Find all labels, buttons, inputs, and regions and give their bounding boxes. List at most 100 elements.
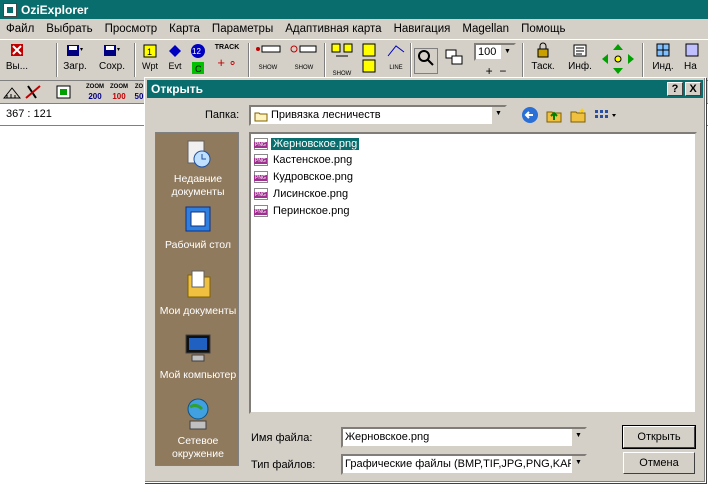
place-my-computer[interactable]: Мой компьютер [156,333,240,382]
menu-file[interactable]: Файл [0,23,40,35]
wpt-list-button[interactable] [358,42,382,78]
pan-button[interactable] [442,48,466,74]
folder-select[interactable]: Привязка лесничеств ▼ [249,105,507,126]
svg-text:1: 1 [147,47,152,57]
load-button[interactable]: Загр. [60,42,90,78]
event-button[interactable]: Evt [164,44,186,78]
main-toolbar: Вы... Загр. Сохр. 1 Wpt Evt 12 C TRACK + … [0,39,708,81]
zoom-plus-minus[interactable]: + − [476,64,516,78]
evt-label: Evt [168,61,182,71]
line-label: LINE [389,65,403,71]
app-icon [3,2,17,17]
map-index-icon [656,43,670,57]
info-icon [573,44,587,57]
more-icon [685,43,699,57]
svg-text:12: 12 [192,47,201,56]
up-folder-icon [546,111,562,123]
line-button[interactable]: LINE [384,42,408,78]
filetype-select[interactable]: Графические файлы (BMP,TIF,JPG,PNG,KAP ▼ [341,454,587,475]
move-arrows-button[interactable] [598,42,638,78]
zoom-level-select[interactable]: 100 ▼ [474,43,516,61]
chevron-down-icon[interactable]: ▼ [571,456,585,473]
scale-icon [2,87,22,99]
load-label: Загр. [63,61,87,72]
magnifier-icon [418,50,434,66]
close-button[interactable]: X [685,82,701,96]
up-folder-button[interactable] [545,106,563,124]
chevron-down-icon[interactable]: ▼ [571,429,585,446]
png-file-icon [254,171,268,183]
cancel-button[interactable]: Отмена [623,452,695,474]
network-icon [187,398,209,430]
no-grid-button[interactable] [24,84,44,100]
open-button[interactable]: Открыть [622,425,696,449]
waypoint-button[interactable]: 1 Wpt [138,44,162,78]
chevron-down-icon[interactable]: ▼ [500,45,514,59]
place-recent-label: Недавние документы [171,173,225,198]
menu-view[interactable]: Просмотр [99,23,164,35]
track-button[interactable]: TRACK + ∘ [212,44,242,78]
place-network-label: Сетевое окружение [172,435,224,460]
place-network[interactable]: Сетевое окружение [156,397,240,461]
menu-adaptive-map[interactable]: Адаптивная карта [279,23,387,35]
show-button-3[interactable]: SHOW [328,42,356,78]
list-item[interactable]: Перинское.png [254,203,351,219]
list-item[interactable]: Лисинское.png [254,186,350,202]
line-icon [387,45,405,57]
menu-navigation[interactable]: Навигация [388,23,457,35]
menu-settings[interactable]: Параметры [206,23,279,35]
list-item[interactable]: Кудровское.png [254,169,355,185]
task-button[interactable]: Таск. [526,42,560,78]
zoom-100-button[interactable]: ZOOM 100 [108,83,130,103]
exit-icon [11,44,23,56]
info-button[interactable]: Инф. [564,42,596,78]
plus-circle-icon: + ∘ [217,55,237,70]
index-button[interactable]: Инд. [646,42,680,78]
place-recent[interactable]: Недавние документы [156,139,240,199]
exit-button[interactable]: Вы... [2,42,32,78]
help-button[interactable]: ? [667,82,683,96]
save-label: Сохр. [98,61,125,72]
list-item[interactable]: Жерновское.png [254,136,360,152]
place-my-documents[interactable]: Мои документы [156,267,240,318]
menu-select[interactable]: Выбрать [40,23,98,35]
png-file-icon [254,205,268,217]
route-button[interactable]: 12 C [188,43,208,79]
track-label: TRACK [214,44,240,51]
chevron-down-icon[interactable]: ▼ [491,107,505,124]
zoom-level-value: 100 [478,46,497,58]
grid-off-icon [25,85,41,99]
filename-input[interactable]: Жерновское.png ▼ [341,427,587,448]
open-file-dialog: Открыть ? X Папка: Привязка лесничеств ▼… [144,77,706,483]
zoom2-value: 100 [112,92,126,101]
place-my-documents-label: Мои документы [159,305,237,317]
place-my-computer-label: Мой компьютер [159,369,237,381]
view-menu-button[interactable] [593,106,619,124]
more-label: На [684,61,697,72]
save-icon [104,45,120,56]
new-folder-button[interactable] [569,106,587,124]
scale-button[interactable] [2,84,22,100]
menu-magellan[interactable]: Magellan [456,23,515,35]
show-button-1[interactable]: SHOW [252,44,284,78]
menu-map[interactable]: Карта [163,23,206,35]
index-label: Инд. [652,61,674,72]
save-button[interactable]: Сохр. [96,42,128,78]
route-icon: 12 C [191,44,205,74]
more-button[interactable]: На [684,42,708,78]
folder-icon [254,112,268,122]
map-view-button[interactable] [54,84,74,100]
menu-help[interactable]: Помощь [515,23,571,35]
list-item[interactable]: Кастенское.png [254,152,354,168]
dialog-titlebar: Открыть ? X [147,80,703,98]
show-button-2[interactable]: SHOW [288,44,320,78]
dialog-title: Открыть [151,82,204,96]
back-button[interactable] [521,106,539,124]
file-list[interactable]: Жерновское.png Кастенское.png Кудровское… [249,132,697,414]
show2-label: SHOW [294,65,314,71]
place-desktop[interactable]: Рабочий стол [156,205,240,252]
circle-bar-icon [290,45,317,53]
zoom-200-button[interactable]: ZOOM 200 [84,83,106,103]
zoom-tool-button[interactable] [414,48,438,74]
png-file-icon [254,154,268,166]
